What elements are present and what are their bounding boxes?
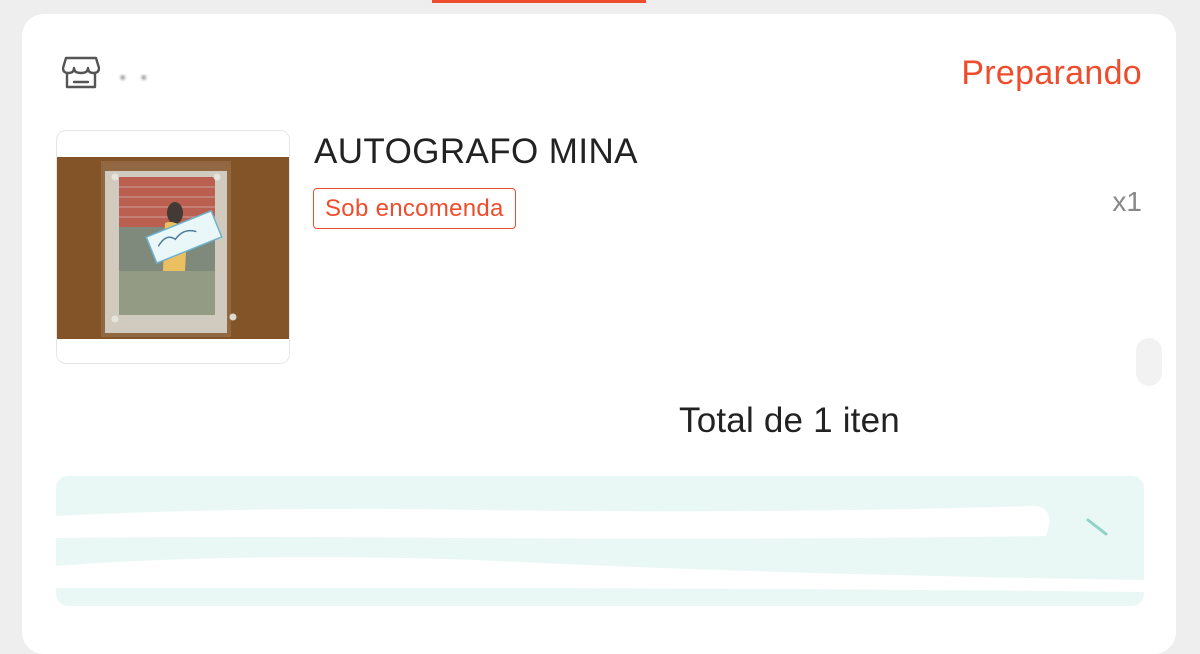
shop-header[interactable]: · · Preparando (61, 54, 1142, 94)
redaction-scribble (56, 506, 1144, 592)
order-total-label: Total de 1 iten (679, 401, 900, 440)
shop-name: · · (118, 60, 151, 91)
top-accent-bar (432, 0, 646, 3)
product-photo (57, 157, 289, 339)
shipping-info-box[interactable] (56, 476, 1144, 606)
store-icon (61, 54, 101, 90)
product-name: AUTOGRAFO MINA (314, 132, 638, 171)
scroll-edge (1136, 338, 1162, 386)
item-quantity: x1 (1112, 186, 1142, 217)
preorder-badge: Sob encomenda (313, 188, 516, 229)
product-thumbnail[interactable] (56, 130, 290, 364)
order-card[interactable]: · · Preparando AUTOGRAFO MINA Sob encome… (22, 14, 1176, 654)
order-status: Preparando (961, 54, 1142, 92)
redaction-mask (922, 394, 1122, 454)
